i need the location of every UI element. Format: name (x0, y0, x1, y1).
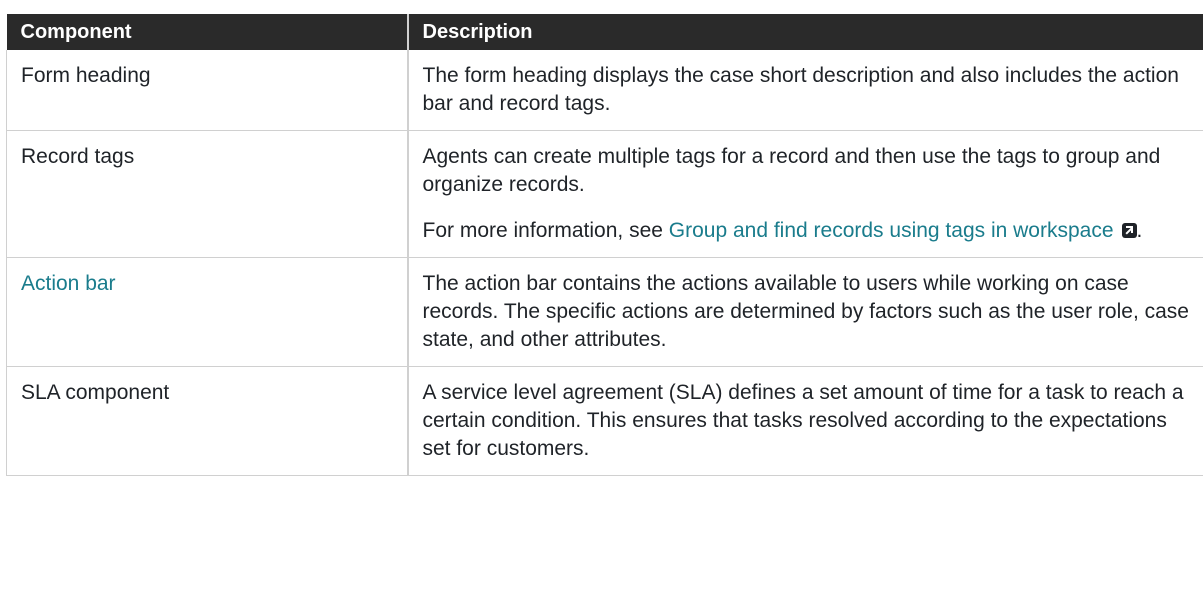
component-cell: SLA component (6, 366, 409, 476)
column-header-description: Description (407, 14, 1203, 50)
more-info-prefix: For more information, see (422, 219, 669, 242)
group-records-tags-link[interactable]: Group and find records using tags in wor… (669, 219, 1137, 242)
component-cell: Form heading (6, 50, 409, 131)
description-text: A service level agreement (SLA) defines … (422, 381, 1184, 460)
description-text: Agents can create multiple tags for a re… (422, 145, 1161, 196)
more-info-text: For more information, see Group and find… (423, 217, 1190, 245)
description-text: The action bar contains the actions avai… (422, 272, 1189, 351)
description-cell: A service level agreement (SLA) defines … (407, 366, 1203, 476)
description-text: The form heading displays the case short… (422, 64, 1179, 115)
components-table-wrapper: Component Description Form heading The f… (6, 14, 1203, 476)
table-row: Action bar The action bar contains the a… (6, 257, 1203, 367)
component-cell: Action bar (6, 257, 409, 367)
link-text: Group and find records using tags in wor… (668, 219, 1114, 242)
component-cell: Record tags (6, 130, 409, 258)
action-bar-link[interactable]: Action bar (21, 272, 116, 295)
column-header-component: Component (6, 14, 409, 50)
more-info-suffix: . (1136, 219, 1143, 242)
description-cell: The form heading displays the case short… (407, 50, 1203, 131)
description-cell: The action bar contains the actions avai… (407, 257, 1203, 367)
table-row: Form heading The form heading displays t… (6, 50, 1203, 131)
components-table: Component Description Form heading The f… (6, 14, 1203, 476)
description-cell: Agents can create multiple tags for a re… (407, 130, 1203, 258)
external-link-icon (1121, 223, 1137, 238)
table-row: SLA component A service level agreement … (6, 366, 1203, 476)
table-header-row: Component Description (6, 14, 1203, 50)
table-row: Record tags Agents can create multiple t… (6, 130, 1203, 258)
